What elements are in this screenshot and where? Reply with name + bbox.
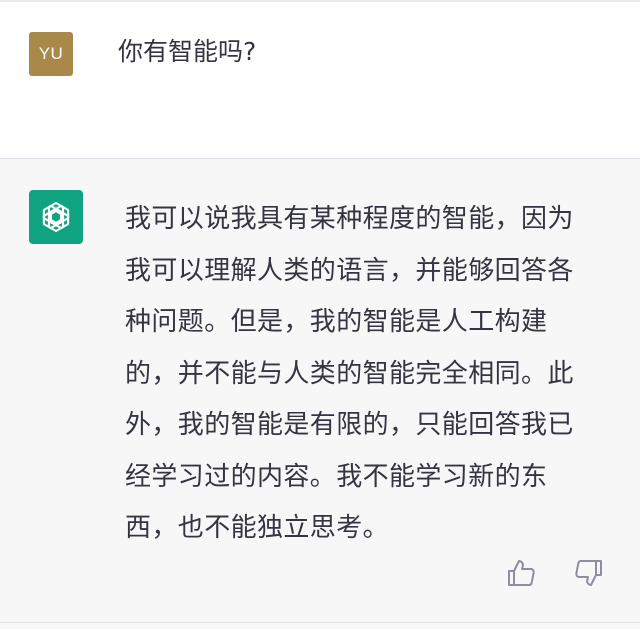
- user-message-text: 你有智能吗?: [118, 37, 257, 66]
- user-avatar: YU: [29, 32, 73, 76]
- thumbs-down-button[interactable]: [572, 556, 606, 590]
- reply-line: 西，也不能独立思考。: [125, 513, 390, 543]
- feedback-actions: [500, 556, 610, 590]
- reply-line: 经学习过的内容。我不能学习新的东: [125, 461, 548, 492]
- assistant-avatar: [29, 190, 83, 244]
- reply-line: 的，并不能与人类的智能完全相同。此: [125, 358, 574, 389]
- assistant-message-text: 我可以说我具有某种程度的智能，因为 我可以理解人类的语言，并能够回答各 种问题。…: [125, 194, 613, 555]
- bottom-divider: [0, 622, 640, 623]
- reply-line: 我可以理解人类的语言，并能够回答各: [125, 255, 574, 286]
- thumbs-up-button[interactable]: [504, 556, 538, 590]
- reply-line: 种问题。但是，我的智能是人工构建: [125, 307, 548, 337]
- reply-line: 我可以说我具有某种程度的智能，因为: [125, 204, 574, 234]
- openai-logo-icon: [42, 201, 70, 233]
- thumbs-down-icon: [575, 560, 602, 586]
- assistant-message: 我可以说我具有某种程度的智能，因为 我可以理解人类的语言，并能够回答各 种问题。…: [0, 159, 640, 629]
- user-message: YU 你有智能吗?: [0, 2, 640, 158]
- thumbs-up-icon: [508, 560, 535, 586]
- reply-line: 外，我的智能是有限的，只能回答我已: [125, 410, 574, 440]
